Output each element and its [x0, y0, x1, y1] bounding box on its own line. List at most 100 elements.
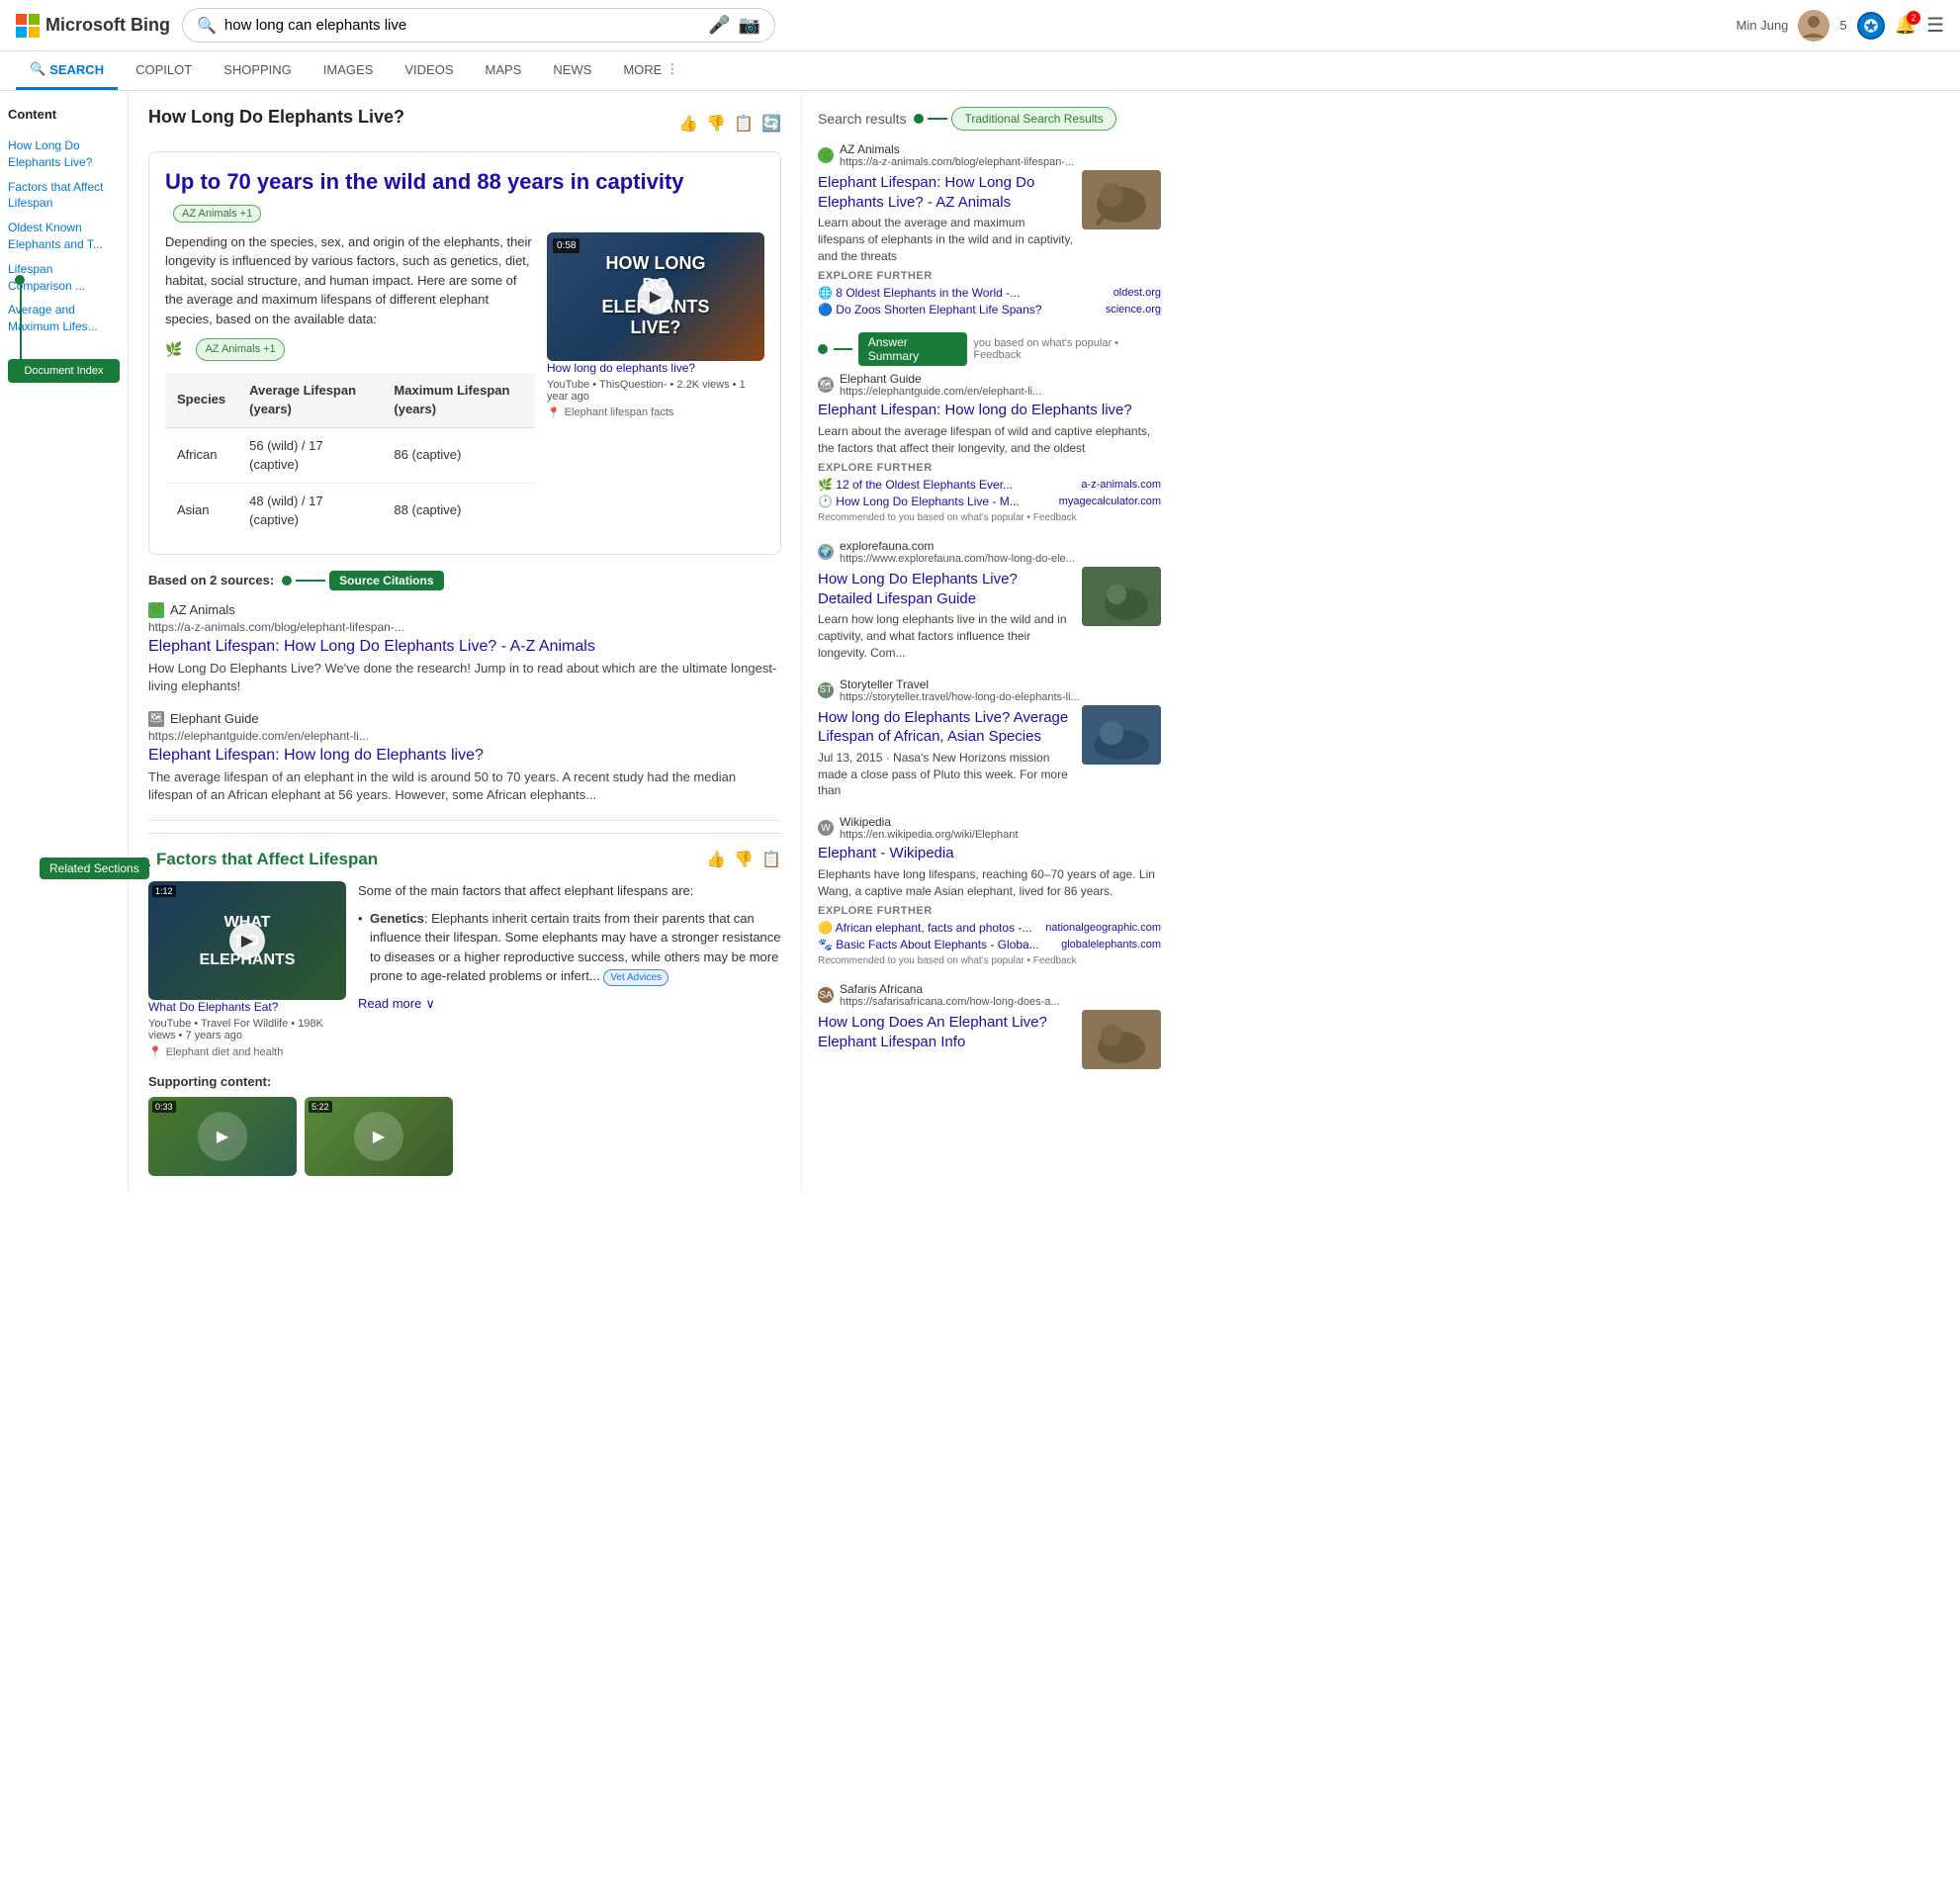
r-source-1: 🌿 AZ Animals https://a-z-animals.com/blo… [818, 142, 1161, 168]
explore-link-1b[interactable]: 🔵 Do Zoos Shorten Elephant Life Spans? [818, 303, 1041, 316]
factors-video-location: 📍 Elephant diet and health [148, 1045, 346, 1058]
r-source-2: 🗺 Elephant Guide https://elephantguide.c… [818, 372, 1161, 398]
factors-video-title[interactable]: What Do Elephants Eat? [148, 1000, 346, 1014]
explore-link-1a[interactable]: 🌐 8 Oldest Elephants in the World -... [818, 286, 1020, 300]
r-title-6[interactable]: How Long Does An Elephant Live? Elephant… [818, 1013, 1074, 1051]
answer-source-badge[interactable]: AZ Animals +1 [173, 205, 261, 223]
explore-link-5b[interactable]: 🐾 Basic Facts About Elephants - Globa... [818, 938, 1039, 951]
video-duration: 0:58 [553, 238, 579, 253]
nav-maps[interactable]: MAPS [472, 52, 536, 90]
thumbs-down-button[interactable]: 👎 [706, 114, 726, 134]
badge-dot [282, 576, 292, 586]
video-title-link[interactable]: How long do elephants live? [547, 361, 764, 375]
citation-item-2: 🗺 Elephant Guide https://elephantguide.c… [148, 711, 781, 804]
elephant-image-1 [1082, 170, 1161, 229]
play-button[interactable]: ▶ [638, 279, 673, 315]
r-source-info-1: AZ Animals https://a-z-animals.com/blog/… [840, 142, 1074, 168]
sidebar-item-comparison[interactable]: Lifespan Comparison ... [8, 257, 120, 299]
r-explore-link-2b: 🕐 How Long Do Elephants Live - M... myag… [818, 495, 1161, 508]
r-site-icon-6: SA [818, 987, 834, 1003]
nav-more[interactable]: MORE ⋮ [609, 51, 692, 90]
elephant-image-6 [1082, 1010, 1161, 1069]
avatar-image [1798, 10, 1829, 42]
r-title-2[interactable]: Elephant Lifespan: How long do Elephants… [818, 401, 1161, 420]
citation-site-icon-1: 🌿 [148, 602, 164, 618]
answer-summary-connector: Answer Summary you based on what's popul… [818, 332, 1161, 366]
microphone-icon[interactable]: 🎤 [708, 15, 730, 36]
thumbs-up-button[interactable]: 👍 [678, 114, 698, 134]
copy-button[interactable]: 📋 [734, 114, 754, 134]
african-maximum: 86 (captive) [382, 427, 535, 483]
r-site-name-5: Wikipedia [840, 815, 1018, 829]
search-icon: 🔍 [197, 16, 217, 36]
document-index-button[interactable]: Document Index [8, 359, 120, 383]
supporting-duration-2: 5:22 [309, 1101, 332, 1113]
menu-button[interactable]: ☰ [1926, 13, 1944, 38]
factors-thumbs-down[interactable]: 👎 [734, 850, 754, 869]
sidebar-item-how-long[interactable]: How Long Do Elephants Live? [8, 134, 120, 175]
result-header: How Long Do Elephants Live? 👍 👎 📋 🔄 [148, 107, 781, 139]
camera-icon[interactable]: 📷 [739, 15, 760, 36]
chevron-down-icon: ∨ [425, 994, 435, 1014]
nav-images[interactable]: IMAGES [310, 52, 388, 90]
traditional-badge-text: Traditional Search Results [964, 112, 1103, 126]
related-sections-badge: Related Sections [40, 858, 149, 879]
supporting-play-1[interactable]: ▶ [198, 1112, 247, 1161]
supporting-play-2[interactable]: ▶ [354, 1112, 403, 1161]
r-title-5[interactable]: Elephant - Wikipedia [818, 844, 1161, 863]
search-bar-icons: 🎤 📷 [708, 15, 760, 36]
search-results-label: Search results [818, 111, 906, 127]
r-title-4[interactable]: How long do Elephants Live? Average Life… [818, 708, 1074, 747]
traditional-line [928, 118, 947, 120]
r-thumb-3 [1082, 567, 1161, 626]
nav-news[interactable]: NEWS [539, 52, 605, 90]
sidebar-item-average[interactable]: Average and Maximum Lifes... [8, 298, 120, 339]
explore-link-2b[interactable]: 🕐 How Long Do Elephants Live - M... [818, 495, 1020, 508]
source-citations-badge: Source Citations [329, 571, 443, 590]
notifications-button[interactable]: 🔔 2 [1895, 15, 1916, 36]
explore-link-2a[interactable]: 🌿 12 of the Oldest Elephants Ever... [818, 478, 1013, 492]
answer-source-badge-2[interactable]: AZ Animals +1 [196, 338, 284, 361]
avatar [1798, 10, 1829, 42]
supporting-thumb-1[interactable]: 0:33 ▶ [148, 1097, 297, 1176]
citation-title-2[interactable]: Elephant Lifespan: How long do Elephants… [148, 747, 781, 765]
sidebar-title: Content [8, 107, 120, 122]
r-url-6: https://safarisafricana.com/how-long-doe… [840, 996, 1060, 1008]
r-source-6: SA Safaris Africana https://safarisafric… [818, 982, 1161, 1008]
explore-domain-2b: myagecalculator.com [1059, 496, 1161, 507]
sidebar-item-oldest[interactable]: Oldest Known Elephants and T... [8, 216, 120, 257]
supporting-thumb-2[interactable]: 5:22 ▶ [305, 1097, 453, 1176]
r-title-3[interactable]: How Long Do Elephants Live? Detailed Lif… [818, 570, 1074, 608]
factors-copy[interactable]: 📋 [761, 850, 781, 869]
nav-search[interactable]: 🔍 SEARCH [16, 51, 118, 90]
factors-text-content: Some of the main factors that affect ele… [358, 881, 781, 1058]
r-title-1[interactable]: Elephant Lifespan: How Long Do Elephants… [818, 173, 1074, 212]
main-content: How Long Do Elephants Live? 👍 👎 📋 🔄 Up t… [129, 91, 801, 1192]
table-row: African 56 (wild) / 17 (captive) 86 (cap… [165, 427, 535, 483]
factors-video-thumbnail[interactable]: 1:12 WHATDOELEPHANTS ▶ [148, 881, 346, 1000]
recommended-text-2: Recommended to you based on what's popul… [818, 512, 1161, 523]
reward-badge[interactable] [1857, 12, 1885, 40]
nav-shopping[interactable]: SHOPPING [210, 52, 306, 90]
factors-video-meta: YouTube • Travel For Wildlife • 198K vie… [148, 1018, 346, 1041]
lifespan-table: Species Average Lifespan (years) Maximum… [165, 373, 535, 538]
r-site-icon-1: 🌿 [818, 147, 834, 163]
r-site-name-1: AZ Animals [840, 142, 1074, 156]
explore-link-5a[interactable]: 🟡 African elephant, facts and photos -..… [818, 921, 1031, 935]
read-more-button[interactable]: Read more ∨ [358, 994, 781, 1014]
factors-thumbs-up[interactable]: 👍 [706, 850, 726, 869]
r-site-icon-4: ST [818, 682, 834, 698]
nav-copilot[interactable]: COPILOT [122, 52, 206, 90]
video-thumbnail[interactable]: 0:58 HOW LONGDOELEPHANTSLIVE? ▶ [547, 232, 764, 361]
citation-url-1: https://a-z-animals.com/blog/elephant-li… [148, 620, 781, 634]
refresh-button[interactable]: 🔄 [761, 114, 781, 134]
nav-videos[interactable]: VIDEOS [391, 52, 467, 90]
r-item-content-4: How long do Elephants Live? Average Life… [818, 705, 1074, 799]
right-result-3: 🌍 explorefauna.com https://www.explorefa… [818, 539, 1161, 661]
sidebar-item-factors[interactable]: Factors that Affect Lifespan [8, 175, 120, 217]
video-meta: YouTube • ThisQuestion- • 2.2K views • 1… [547, 379, 764, 403]
search-input[interactable] [224, 17, 700, 34]
search-bar[interactable]: 🔍 🎤 📷 [182, 8, 775, 43]
citation-title-1[interactable]: Elephant Lifespan: How Long Do Elephants… [148, 638, 781, 656]
r-source-info-2: Elephant Guide https://elephantguide.com… [840, 372, 1041, 398]
